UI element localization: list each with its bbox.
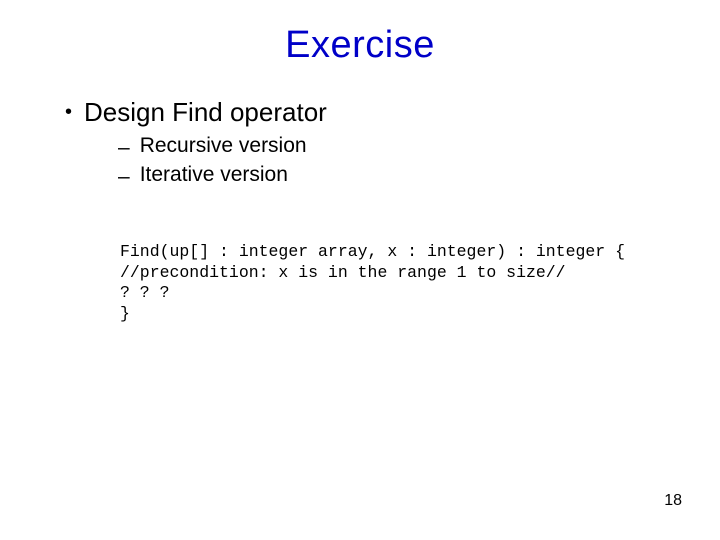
page-number: 18 <box>664 492 682 510</box>
code-line: } <box>120 304 130 323</box>
code-line: Find(up[] : integer array, x : integer) … <box>120 242 625 261</box>
code-line: //precondition: x is in the range 1 to s… <box>120 263 566 282</box>
bullet-level1-text: Design Find operator <box>84 97 327 128</box>
bullet-level2-text: Recursive version <box>140 134 307 158</box>
bullet-level2: – Recursive version <box>118 134 680 161</box>
code-line: ? ? ? <box>120 283 170 302</box>
slide-title: Exercise <box>40 24 680 67</box>
bullet-level2-text: Iterative version <box>140 163 288 187</box>
bullet-dash-icon: – <box>118 163 130 190</box>
bullet-dot-icon: • <box>65 97 72 127</box>
bullet-level2: – Iterative version <box>118 163 680 190</box>
bullet-level1: • Design Find operator <box>65 97 680 128</box>
code-block: Find(up[] : integer array, x : integer) … <box>120 242 680 325</box>
slide-container: Exercise • Design Find operator – Recurs… <box>0 0 720 540</box>
bullet-dash-icon: – <box>118 134 130 161</box>
